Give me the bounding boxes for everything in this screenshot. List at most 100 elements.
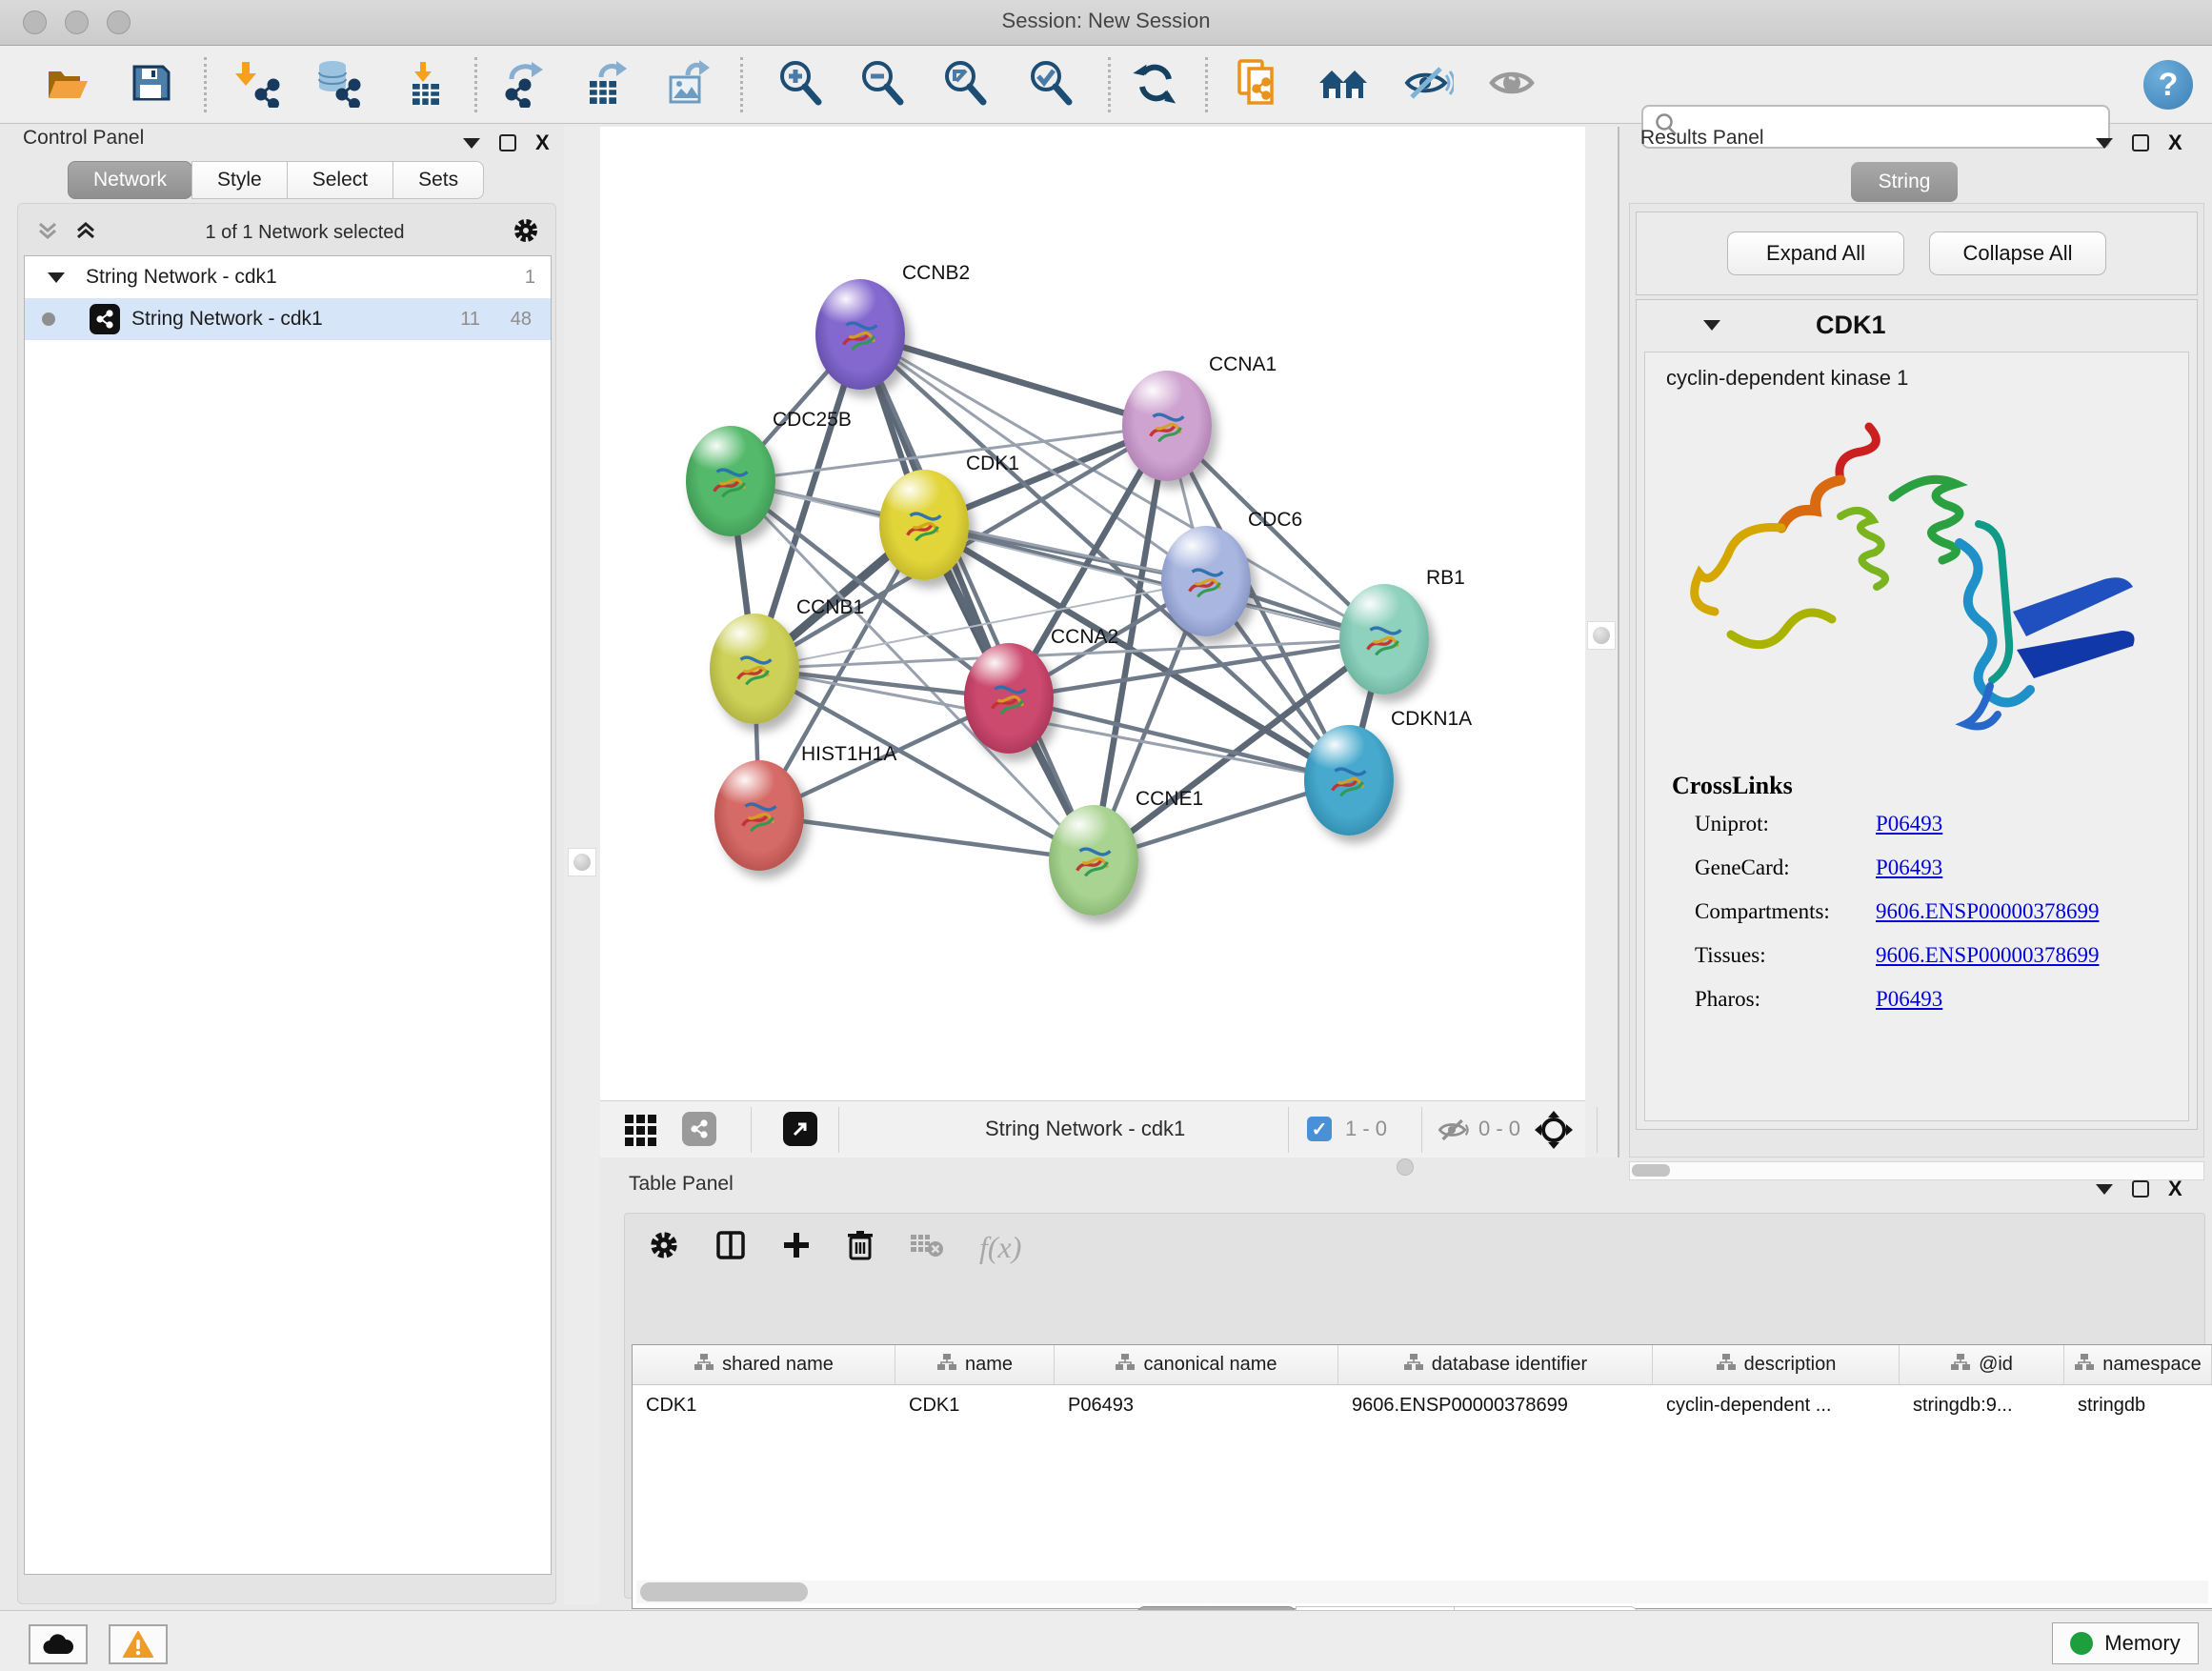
column-header--id[interactable]: @id bbox=[1900, 1345, 2064, 1384]
network-edge[interactable] bbox=[860, 334, 1094, 860]
delete-column-icon[interactable] bbox=[846, 1229, 875, 1266]
network-node-ccna1[interactable] bbox=[1122, 371, 1212, 481]
column-header-name[interactable]: name bbox=[895, 1345, 1055, 1384]
table-gear-icon[interactable] bbox=[648, 1229, 680, 1266]
network-node-cdc25b[interactable] bbox=[686, 426, 775, 536]
export-network-button[interactable] bbox=[498, 58, 552, 111]
table-row[interactable]: CDK1CDK1P064939606.ENSP00000378699cyclin… bbox=[633, 1385, 2212, 1425]
column-header-canonical-name[interactable]: canonical name bbox=[1055, 1345, 1338, 1384]
birds-eye-view-button[interactable] bbox=[623, 1113, 657, 1152]
tab-sets[interactable]: Sets bbox=[392, 161, 484, 199]
table-cell[interactable]: cyclin-dependent ... bbox=[1653, 1385, 1900, 1425]
export-image-button[interactable] bbox=[663, 58, 716, 111]
memory-status-dot-icon bbox=[2070, 1632, 2093, 1655]
expand-all-button[interactable]: Expand All bbox=[1727, 232, 1904, 275]
tab-select[interactable]: Select bbox=[287, 161, 393, 199]
crosslink-link[interactable]: 9606.ENSP00000378699 bbox=[1876, 899, 2100, 924]
float-panel-icon[interactable] bbox=[499, 134, 516, 151]
panel-menu-icon[interactable] bbox=[2096, 138, 2113, 149]
save-session-button[interactable] bbox=[124, 58, 177, 111]
clone-network-icon bbox=[1233, 57, 1284, 113]
crosslink-row: Pharos: P06493 bbox=[1695, 987, 1760, 1012]
zoom-out-button[interactable] bbox=[855, 58, 909, 111]
table-cell[interactable]: stringdb:9... bbox=[1900, 1385, 2064, 1425]
export-table-button[interactable] bbox=[580, 58, 633, 111]
network-node-cdk1[interactable] bbox=[879, 470, 969, 580]
network-share-button[interactable] bbox=[682, 1112, 716, 1146]
cloud-button[interactable] bbox=[29, 1624, 88, 1664]
current-network-dot-icon bbox=[42, 312, 55, 326]
eye-icon bbox=[1486, 61, 1538, 110]
splitter-handle-icon[interactable] bbox=[573, 854, 591, 871]
column-header-shared-name[interactable]: shared name bbox=[633, 1345, 895, 1384]
first-neighbors-button[interactable] bbox=[1317, 58, 1371, 111]
float-panel-icon[interactable] bbox=[2132, 1180, 2149, 1198]
show-all-button[interactable] bbox=[1485, 58, 1538, 111]
collapse-all-networks-icon[interactable] bbox=[35, 218, 60, 248]
column-header-namespace[interactable]: namespace bbox=[2064, 1345, 2212, 1384]
network-node-ccnb2[interactable] bbox=[815, 279, 905, 390]
table-cell[interactable]: 9606.ENSP00000378699 bbox=[1338, 1385, 1653, 1425]
gene-disclosure-icon[interactable] bbox=[1703, 320, 1720, 331]
table-cell[interactable]: CDK1 bbox=[895, 1385, 1055, 1425]
collapse-all-button[interactable]: Collapse All bbox=[1929, 232, 2106, 275]
zoom-in-button[interactable] bbox=[774, 58, 827, 111]
collection-disclosure-icon[interactable] bbox=[48, 272, 65, 283]
network-node-hist1h1a[interactable] bbox=[714, 760, 804, 871]
network-node-ccnb1[interactable] bbox=[710, 614, 799, 724]
table-cell[interactable]: stringdb bbox=[2064, 1385, 2212, 1425]
panel-menu-icon[interactable] bbox=[463, 138, 480, 149]
show-columns-icon[interactable] bbox=[714, 1229, 747, 1266]
gear-icon[interactable] bbox=[512, 216, 540, 250]
close-panel-icon[interactable]: X bbox=[2168, 1178, 2182, 1199]
table-h-scrollbar[interactable] bbox=[636, 1580, 2208, 1603]
network-row[interactable]: String Network - cdk1 11 48 bbox=[25, 298, 551, 340]
column-header-database-identifier[interactable]: database identifier bbox=[1338, 1345, 1653, 1384]
memory-button[interactable]: Memory bbox=[2052, 1622, 2199, 1664]
expand-all-networks-icon[interactable] bbox=[73, 218, 98, 248]
tab-style[interactable]: Style bbox=[191, 161, 288, 199]
network-node-rb1[interactable] bbox=[1339, 584, 1429, 695]
network-edge[interactable] bbox=[860, 334, 1167, 426]
scrollbar-thumb[interactable] bbox=[640, 1582, 808, 1601]
close-panel-icon[interactable]: X bbox=[535, 132, 550, 153]
close-panel-icon[interactable]: X bbox=[2168, 132, 2182, 153]
import-network-from-database-button[interactable] bbox=[312, 58, 365, 111]
clone-network-button[interactable] bbox=[1232, 58, 1285, 111]
network-edge[interactable] bbox=[759, 815, 1094, 860]
help-button[interactable]: ? bbox=[2142, 58, 2195, 111]
node-label: CDC25B bbox=[773, 409, 852, 432]
panel-menu-icon[interactable] bbox=[2096, 1184, 2113, 1195]
network-collection-row[interactable]: String Network - cdk1 1 bbox=[25, 256, 551, 298]
network-node-cdkn1a[interactable] bbox=[1304, 725, 1394, 836]
table-cell[interactable]: P06493 bbox=[1055, 1385, 1338, 1425]
zoom-selected-button[interactable] bbox=[1024, 58, 1077, 111]
hide-selected-button[interactable] bbox=[1401, 58, 1455, 111]
network-node-ccne1[interactable] bbox=[1049, 805, 1138, 916]
left-splitter[interactable] bbox=[564, 127, 600, 1604]
tab-network[interactable]: Network bbox=[68, 161, 192, 199]
crosslink-link[interactable]: P06493 bbox=[1876, 987, 1942, 1012]
import-network-button[interactable] bbox=[231, 58, 285, 111]
crosslink-link[interactable]: P06493 bbox=[1876, 812, 1942, 836]
network-node-cdc6[interactable] bbox=[1161, 526, 1251, 636]
selected-checkbox-icon[interactable]: ✓ bbox=[1307, 1117, 1332, 1141]
tab-string[interactable]: String bbox=[1851, 162, 1958, 202]
float-panel-icon[interactable] bbox=[2132, 134, 2149, 151]
refresh-button[interactable] bbox=[1129, 58, 1182, 111]
open-session-button[interactable] bbox=[40, 58, 93, 111]
open-in-new-window-button[interactable] bbox=[783, 1112, 817, 1146]
right-splitter[interactable] bbox=[1585, 127, 1619, 1158]
zoom-fit-button[interactable] bbox=[938, 58, 992, 111]
crosshair-icon[interactable] bbox=[1534, 1110, 1574, 1155]
table-cell[interactable]: CDK1 bbox=[633, 1385, 895, 1425]
column-header-description[interactable]: description bbox=[1653, 1345, 1900, 1384]
warnings-button[interactable] bbox=[109, 1624, 168, 1664]
crosslink-link[interactable]: 9606.ENSP00000378699 bbox=[1876, 943, 2100, 968]
splitter-handle-icon[interactable] bbox=[1593, 627, 1610, 644]
crosslink-link[interactable]: P06493 bbox=[1876, 856, 1942, 880]
create-column-icon[interactable] bbox=[781, 1230, 812, 1265]
network-canvas[interactable]: CCNB2CCNA1CDC25BCDK1CDC6RB1CCNB1CCNA2CDK… bbox=[600, 127, 1585, 1100]
import-table-button[interactable] bbox=[399, 58, 452, 111]
network-node-ccna2[interactable] bbox=[964, 643, 1054, 754]
